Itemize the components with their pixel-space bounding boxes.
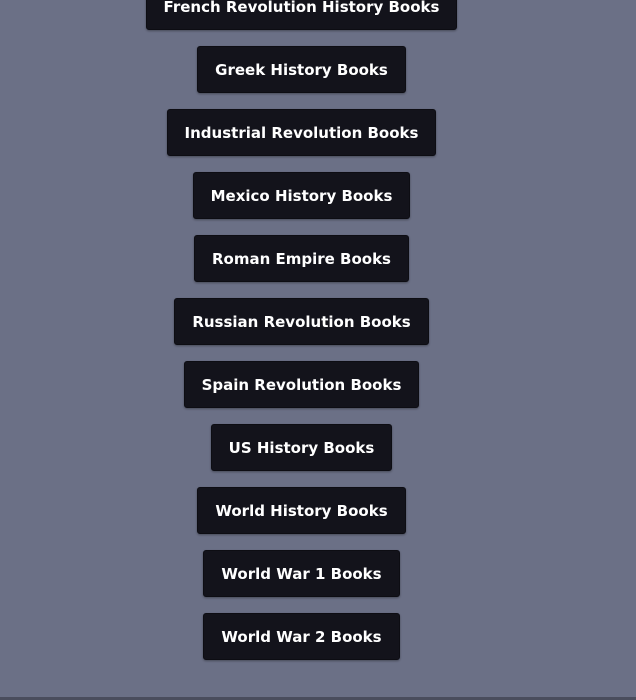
list-item: World History Books bbox=[0, 487, 603, 550]
world-history-books-button[interactable]: World History Books bbox=[197, 487, 406, 534]
list-item: Roman Empire Books bbox=[0, 235, 603, 298]
world-war-1-books-button[interactable]: World War 1 Books bbox=[203, 550, 400, 597]
roman-empire-books-button[interactable]: Roman Empire Books bbox=[193, 235, 409, 282]
list-item: Russian Revolution Books bbox=[0, 298, 603, 361]
list-item: US History Books bbox=[0, 424, 603, 487]
industrial-revolution-books-button[interactable]: Industrial Revolution Books bbox=[166, 109, 437, 156]
list-item: Greek History Books bbox=[0, 46, 603, 109]
list-item: French Revolution History Books bbox=[0, 0, 603, 46]
us-history-books-button[interactable]: US History Books bbox=[210, 424, 393, 471]
list-item: World War 1 Books bbox=[0, 550, 603, 613]
list-item: Industrial Revolution Books bbox=[0, 109, 603, 172]
list-item: Spain Revolution Books bbox=[0, 361, 603, 424]
list-item: World War 2 Books bbox=[0, 613, 603, 676]
greek-history-books-button[interactable]: Greek History Books bbox=[197, 46, 406, 93]
world-war-2-books-button[interactable]: World War 2 Books bbox=[203, 613, 400, 660]
spain-revolution-books-button[interactable]: Spain Revolution Books bbox=[183, 361, 420, 408]
french-revolution-books-button[interactable]: French Revolution History Books bbox=[145, 0, 458, 30]
list-item: Mexico History Books bbox=[0, 172, 603, 235]
mexico-history-books-button[interactable]: Mexico History Books bbox=[192, 172, 411, 219]
russian-revolution-books-button[interactable]: Russian Revolution Books bbox=[174, 298, 429, 345]
book-category-list: French Revolution History Books Greek Hi… bbox=[0, 0, 603, 676]
